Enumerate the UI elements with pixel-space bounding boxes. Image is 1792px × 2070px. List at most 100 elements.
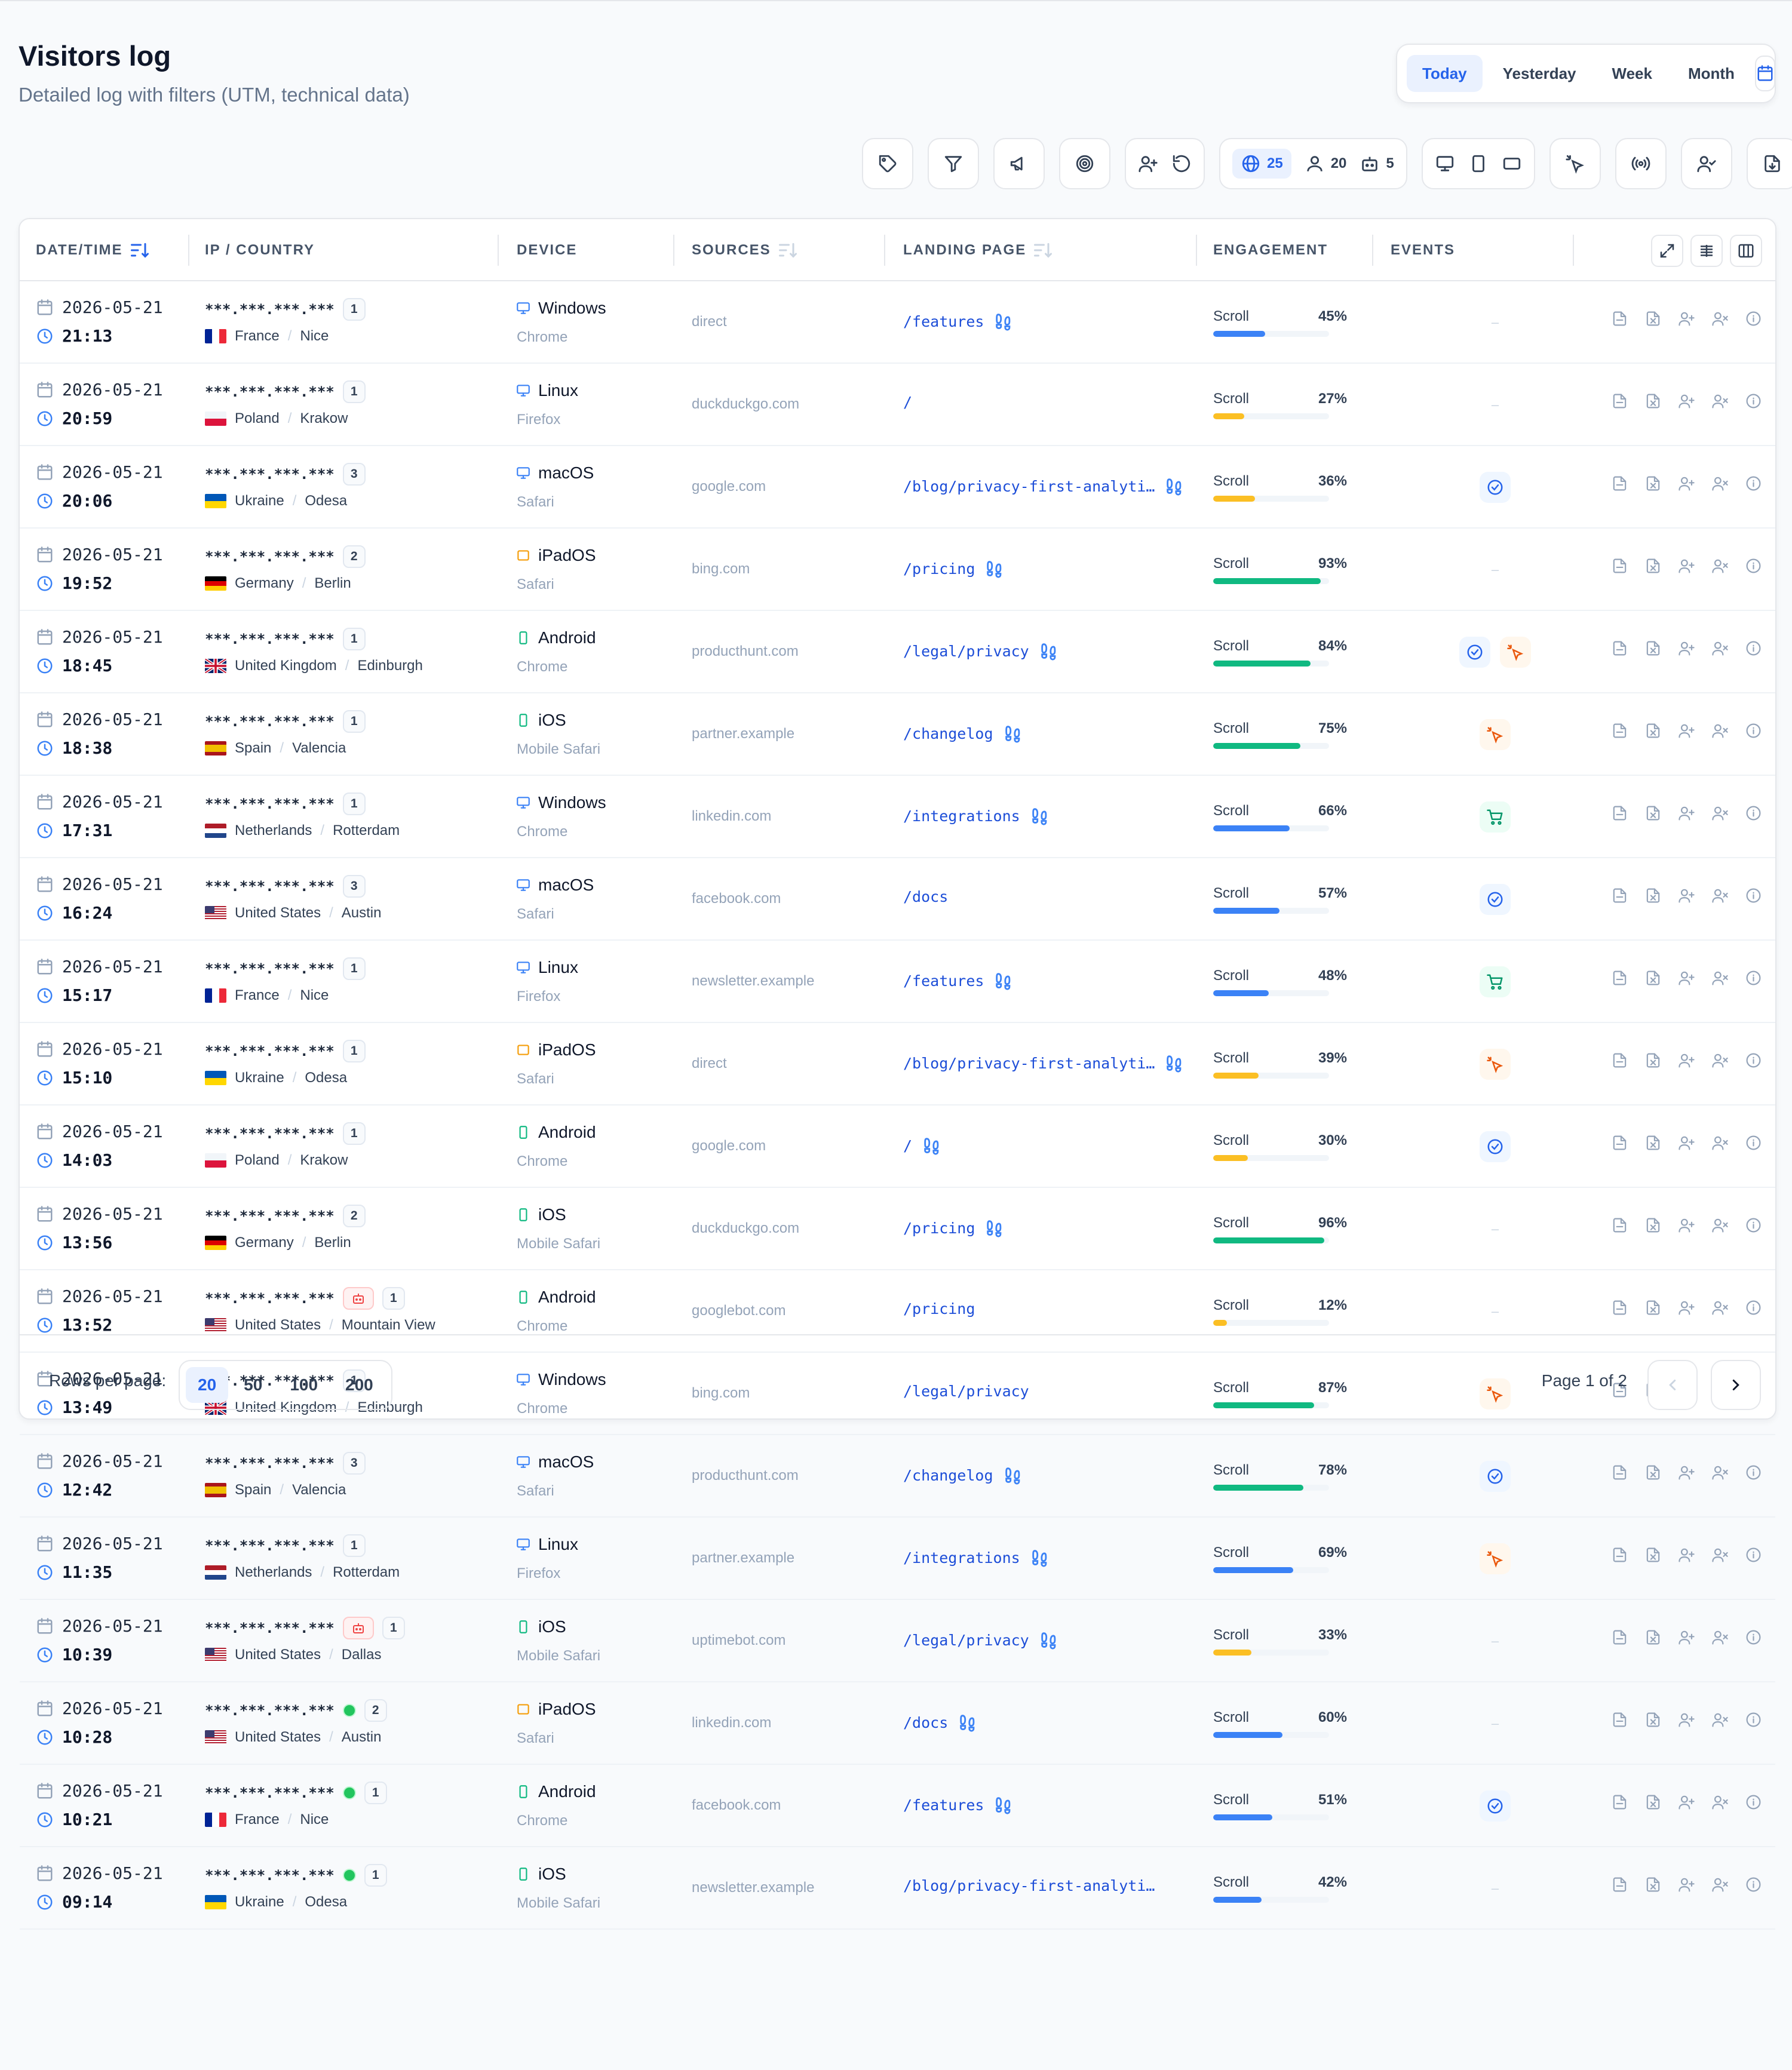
user-x-icon[interactable] [1711,1134,1729,1151]
user-x-icon[interactable] [1711,392,1729,410]
info-icon[interactable] [1745,969,1762,987]
page-icon[interactable] [1611,640,1628,657]
info-icon[interactable] [1745,1876,1762,1893]
user-plus-icon[interactable] [1678,969,1695,987]
page-icon[interactable] [1611,1876,1628,1893]
page-x-icon[interactable] [1644,969,1662,987]
user-x-icon[interactable] [1711,969,1729,987]
bots-stat[interactable]: 5 [1360,153,1394,174]
page-icon[interactable] [1611,392,1628,410]
user-x-icon[interactable] [1711,1629,1729,1646]
info-icon[interactable] [1745,1217,1762,1234]
sessions-stat[interactable]: 25 [1232,149,1291,179]
user-plus-icon[interactable] [1678,1711,1695,1728]
landing-path[interactable]: /docs [903,1714,948,1731]
table-row[interactable]: 2026-05-21 13:56 ***.***.***.*** 2 Germany / B… [20,1188,1775,1270]
table-row[interactable]: 2026-05-21 16:24 ***.***.***.*** 3 United St… [20,858,1775,941]
page-x-icon[interactable] [1644,475,1662,492]
landing-path[interactable]: /blog/privacy-first-analyti… [903,1877,1155,1894]
user-plus-icon[interactable] [1678,1299,1695,1316]
expand-button[interactable] [1651,235,1683,267]
info-icon[interactable] [1745,310,1762,327]
page-x-icon[interactable] [1644,804,1662,822]
info-icon[interactable] [1745,1134,1762,1151]
page-icon[interactable] [1611,1793,1628,1811]
rows-per-page-50[interactable]: 50 [232,1367,274,1403]
footprints-icon[interactable] [1030,1547,1050,1568]
page-x-icon[interactable] [1644,1217,1662,1234]
landing-path[interactable]: /changelog [903,725,993,742]
table-row[interactable]: 2026-05-21 10:21 ***.***.***.*** 1 France / Ni… [20,1765,1775,1847]
landing-path[interactable]: /changelog [903,1467,993,1484]
landing-page[interactable]: /docs [903,888,948,905]
footprints-icon[interactable] [958,1712,978,1733]
page-icon[interactable] [1611,1629,1628,1646]
user-x-icon[interactable] [1711,804,1729,822]
user-x-icon[interactable] [1711,1217,1729,1234]
calendar-button[interactable] [1754,56,1775,91]
table-row[interactable]: 2026-05-21 09:14 ***.***.***.*** 1 Ukraine / O… [20,1847,1775,1930]
page-x-icon[interactable] [1644,640,1662,657]
landing-path[interactable]: /integrations [903,1549,1020,1567]
goal-event-badge[interactable] [1480,1131,1511,1162]
filter-button[interactable] [928,138,979,189]
footprints-icon[interactable] [1164,476,1185,496]
landing-path[interactable]: /legal/privacy [903,643,1029,660]
click-event-badge[interactable] [1500,637,1531,668]
visitors-stat[interactable]: 20 [1305,153,1346,174]
purchase-event-badge[interactable] [1480,801,1511,833]
column-datetime[interactable]: DATE/TIME [36,219,151,281]
info-icon[interactable] [1745,1793,1762,1811]
landing-page[interactable]: /integrations [903,806,1050,826]
page-x-icon[interactable] [1644,557,1662,575]
landing-page[interactable]: /blog/privacy-first-analyti… [903,476,1185,496]
table-row[interactable]: 2026-05-21 20:06 ***.***.***.*** 3 Ukraine / O… [20,446,1775,529]
landing-path[interactable]: /blog/privacy-first-analyti… [903,1055,1155,1072]
user-x-icon[interactable] [1711,1711,1729,1728]
info-icon[interactable] [1745,1052,1762,1069]
info-icon[interactable] [1745,1629,1762,1646]
landing-page[interactable]: / [903,1135,942,1156]
user-x-icon[interactable] [1711,1464,1729,1481]
user-plus-icon[interactable] [1678,557,1695,575]
purchase-event-badge[interactable] [1480,966,1511,997]
table-row[interactable]: 2026-05-21 18:38 ***.***.***.*** 1 Spain / Val… [20,693,1775,776]
landing-page[interactable]: /docs [903,1712,978,1733]
goal-event-badge[interactable] [1480,884,1511,915]
footprints-icon[interactable] [984,1218,1005,1238]
table-row[interactable]: 2026-05-21 15:17 ***.***.***.*** 1 France / Ni… [20,941,1775,1023]
period-yesterday-button[interactable]: Yesterday [1487,55,1592,92]
density-button[interactable] [1690,235,1723,267]
user-plus-icon[interactable] [1678,1464,1695,1481]
page-x-icon[interactable] [1644,392,1662,410]
footprints-icon[interactable] [1003,723,1023,744]
landing-page[interactable]: /features [903,311,1014,331]
page-x-icon[interactable] [1644,1299,1662,1316]
page-icon[interactable] [1611,969,1628,987]
table-row[interactable]: 2026-05-21 19:52 ***.***.***.*** 2 Germany / B… [20,529,1775,611]
table-row[interactable]: 2026-05-21 11:35 ***.***.***.*** 1 Netherlan… [20,1518,1775,1600]
sort-desc-icon[interactable] [129,239,151,261]
sort-icon[interactable] [777,239,799,261]
user-plus-icon[interactable] [1678,1217,1695,1234]
campaign-button[interactable] [993,138,1045,189]
landing-page[interactable]: / [903,394,912,411]
period-week-button[interactable]: Week [1597,55,1668,92]
page-icon[interactable] [1611,804,1628,822]
click-event-badge[interactable] [1480,1049,1511,1080]
landing-page[interactable]: /blog/privacy-first-analyti… [903,1877,1155,1894]
info-icon[interactable] [1745,475,1762,492]
user-plus-icon[interactable] [1678,640,1695,657]
user-x-icon[interactable] [1711,722,1729,739]
footprints-icon[interactable] [993,1795,1014,1815]
user-x-icon[interactable] [1711,887,1729,904]
footprints-icon[interactable] [984,558,1005,579]
info-icon[interactable] [1745,640,1762,657]
page-x-icon[interactable] [1644,722,1662,739]
identified-users-button[interactable] [1680,138,1732,189]
page-icon[interactable] [1611,1464,1628,1481]
export-button[interactable] [1746,138,1792,189]
landing-page[interactable]: /blog/privacy-first-analyti… [903,1053,1185,1073]
landing-path[interactable]: /features [903,313,984,330]
page-icon[interactable] [1611,1299,1628,1316]
